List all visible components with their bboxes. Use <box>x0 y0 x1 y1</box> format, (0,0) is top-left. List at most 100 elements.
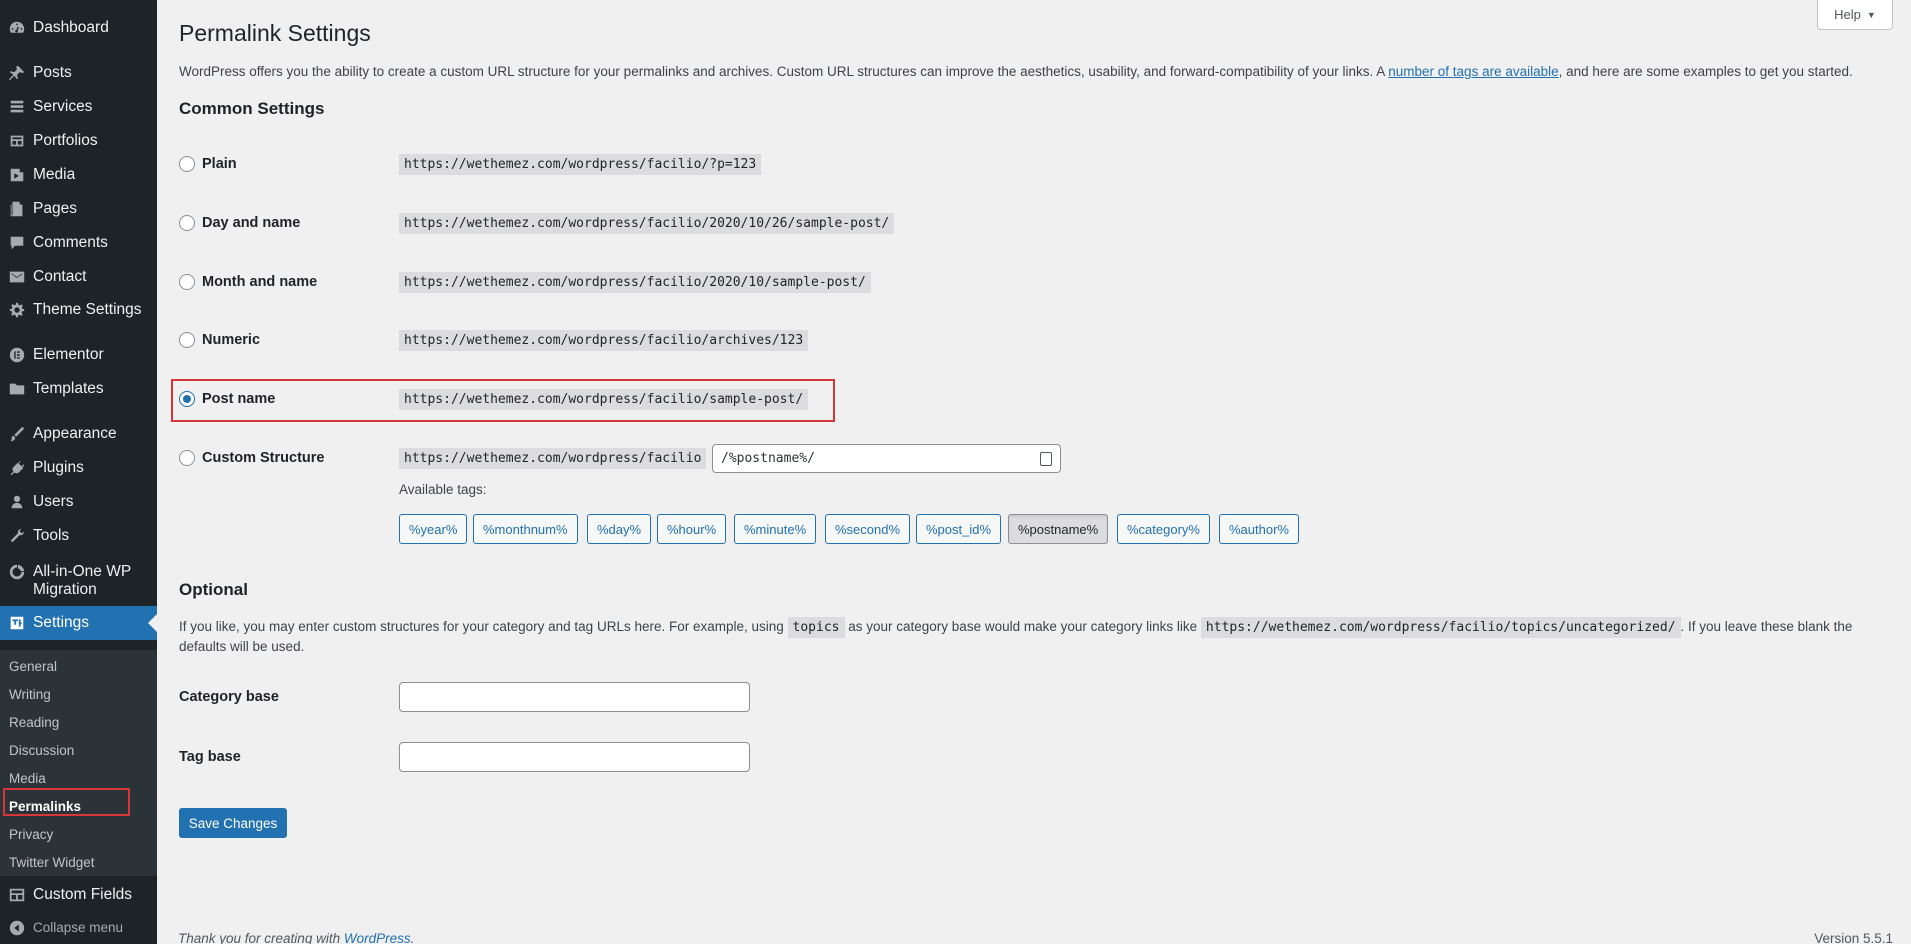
option-month-and-name[interactable]: Month and name <box>179 269 317 295</box>
save-changes-button[interactable]: Save Changes <box>179 808 287 838</box>
optional-text-part: If you like, you may enter custom struct… <box>179 619 788 634</box>
radio-plain[interactable] <box>179 156 195 172</box>
submenu-item-twitter-widget[interactable]: Twitter Widget <box>9 855 95 870</box>
intro-text-part: , and here are some examples to get you … <box>1558 64 1853 79</box>
wordpress-link[interactable]: WordPress <box>344 931 411 944</box>
option-post-name[interactable]: Post name <box>179 386 275 412</box>
optional-heading: Optional <box>179 580 248 599</box>
plugin-icon <box>0 451 33 485</box>
radio-day-and-name[interactable] <box>179 215 195 231</box>
tags-available-link[interactable]: number of tags are available <box>1388 64 1558 79</box>
sidebar-item-dashboard[interactable]: Dashboard <box>0 11 157 45</box>
code-topics: topics <box>787 617 845 638</box>
sidebar-item-users[interactable]: Users <box>0 485 157 519</box>
tag-button-monthnum[interactable]: %monthnum% <box>473 514 578 544</box>
sidebar-item-settings[interactable]: Settings <box>0 606 157 640</box>
sidebar-item-label: Templates <box>33 380 104 397</box>
option-label: Month and name <box>202 274 318 290</box>
submenu-item-privacy[interactable]: Privacy <box>9 827 53 842</box>
option-label: Plain <box>202 156 237 172</box>
category-base-label: Category base <box>179 689 279 705</box>
settings-submenu: General Writing Reading Discussion Media… <box>0 650 157 876</box>
sidebar-item-label: Pages <box>33 200 77 217</box>
footer-version: Version 5.5.1 <box>1814 931 1893 944</box>
keyboard-icon <box>1040 452 1052 466</box>
tag-button-year[interactable]: %year% <box>399 514 468 544</box>
category-base-input[interactable] <box>399 682 750 712</box>
tag-base-input[interactable] <box>399 742 750 772</box>
tag-button-post-id[interactable]: %post_id% <box>916 514 1002 544</box>
sidebar-item-label: Tools <box>33 527 70 544</box>
sidebar-item-label: Theme Settings <box>33 301 142 318</box>
tag-button-minute[interactable]: %minute% <box>734 514 817 544</box>
tag-button-hour[interactable]: %hour% <box>657 514 727 544</box>
submenu-item-media[interactable]: Media <box>9 771 46 786</box>
comment-icon <box>0 226 33 260</box>
sidebar-item-elementor[interactable]: Elementor <box>0 338 157 372</box>
sidebar-item-all-in-one-wp-migration[interactable]: All-in-One WP Migration <box>0 560 157 600</box>
portfolio-icon <box>0 124 33 158</box>
migration-icon <box>0 563 33 581</box>
option-numeric[interactable]: Numeric <box>179 327 260 353</box>
settings-icon <box>0 606 33 640</box>
collapse-menu-button[interactable]: Collapse menu <box>0 911 157 944</box>
user-icon <box>0 485 33 519</box>
custom-structure-input[interactable]: /%postname%/ <box>712 444 1061 473</box>
submenu-item-reading[interactable]: Reading <box>9 715 59 730</box>
sidebar-item-media[interactable]: Media <box>0 158 157 192</box>
dashboard-icon <box>0 11 33 45</box>
sidebar-item-label: Portfolios <box>33 132 98 149</box>
mail-icon <box>0 260 33 294</box>
example-url-plain: https://wethemez.com/wordpress/facilio/?… <box>399 154 762 175</box>
sidebar-item-label-line2: Migration <box>33 581 97 598</box>
tag-button-second[interactable]: %second% <box>825 514 911 544</box>
sidebar-item-templates[interactable]: Templates <box>0 372 157 406</box>
sidebar-item-pages[interactable]: Pages <box>0 192 157 226</box>
submenu-item-general[interactable]: General <box>9 659 57 674</box>
option-label: Post name <box>202 391 276 407</box>
sidebar-item-tools[interactable]: Tools <box>0 519 157 553</box>
submenu-item-discussion[interactable]: Discussion <box>9 743 74 758</box>
sidebar-item-posts[interactable]: Posts <box>0 56 157 90</box>
tag-button-postname[interactable]: %postname% <box>1008 514 1109 544</box>
sidebar-item-label: Contact <box>33 268 87 285</box>
sidebar-item-custom-fields[interactable]: Custom Fields <box>0 878 157 912</box>
common-settings-heading: Common Settings <box>179 99 325 118</box>
optional-text-part: as your category base would make your ca… <box>844 619 1201 634</box>
option-plain[interactable]: Plain <box>179 151 237 177</box>
radio-numeric[interactable] <box>179 332 195 348</box>
help-button[interactable]: Help ▼ <box>1817 0 1893 30</box>
page-title: Permalink Settings <box>179 20 371 46</box>
intro-text-part: WordPress offers you the ability to crea… <box>179 64 1389 79</box>
sidebar-item-plugins[interactable]: Plugins <box>0 451 157 485</box>
sidebar-item-label-line1: All-in-One WP <box>33 563 132 580</box>
tag-button-day[interactable]: %day% <box>587 514 652 544</box>
code-example-url: https://wethemez.com/wordpress/facilio/t… <box>1200 617 1681 638</box>
option-day-and-name[interactable]: Day and name <box>179 210 300 236</box>
radio-custom-structure[interactable] <box>179 450 195 466</box>
gear-icon <box>0 293 33 327</box>
table-icon <box>0 878 33 912</box>
sidebar-item-comments[interactable]: Comments <box>0 226 157 260</box>
sidebar-item-label: Services <box>33 98 93 115</box>
custom-structure-prefix: https://wethemez.com/wordpress/facilio <box>399 448 707 469</box>
sidebar-item-contact[interactable]: Contact <box>0 260 157 294</box>
sidebar-item-portfolios[interactable]: Portfolios <box>0 124 157 158</box>
submenu-item-permalinks[interactable]: Permalinks <box>9 799 81 814</box>
sidebar-item-label: Dashboard <box>33 19 109 36</box>
sidebar-item-label: Appearance <box>33 425 117 442</box>
sidebar-item-label: Settings <box>33 614 90 631</box>
option-custom-structure[interactable]: Custom Structure <box>179 445 324 471</box>
sidebar-item-appearance[interactable]: Appearance <box>0 417 157 451</box>
collapse-icon <box>0 911 33 944</box>
sidebar-item-theme-settings[interactable]: Theme Settings <box>0 293 157 327</box>
radio-month-and-name[interactable] <box>179 274 195 290</box>
submenu-item-writing[interactable]: Writing <box>9 687 51 702</box>
admin-sidebar: Dashboard Posts Services Portfolios Medi… <box>0 0 157 944</box>
tag-button-category[interactable]: %category% <box>1117 514 1210 544</box>
tag-button-author[interactable]: %author% <box>1219 514 1299 544</box>
radio-post-name[interactable] <box>179 391 195 407</box>
pages-icon <box>0 192 33 226</box>
sidebar-item-services[interactable]: Services <box>0 90 157 124</box>
sidebar-item-label: Posts <box>33 64 72 81</box>
